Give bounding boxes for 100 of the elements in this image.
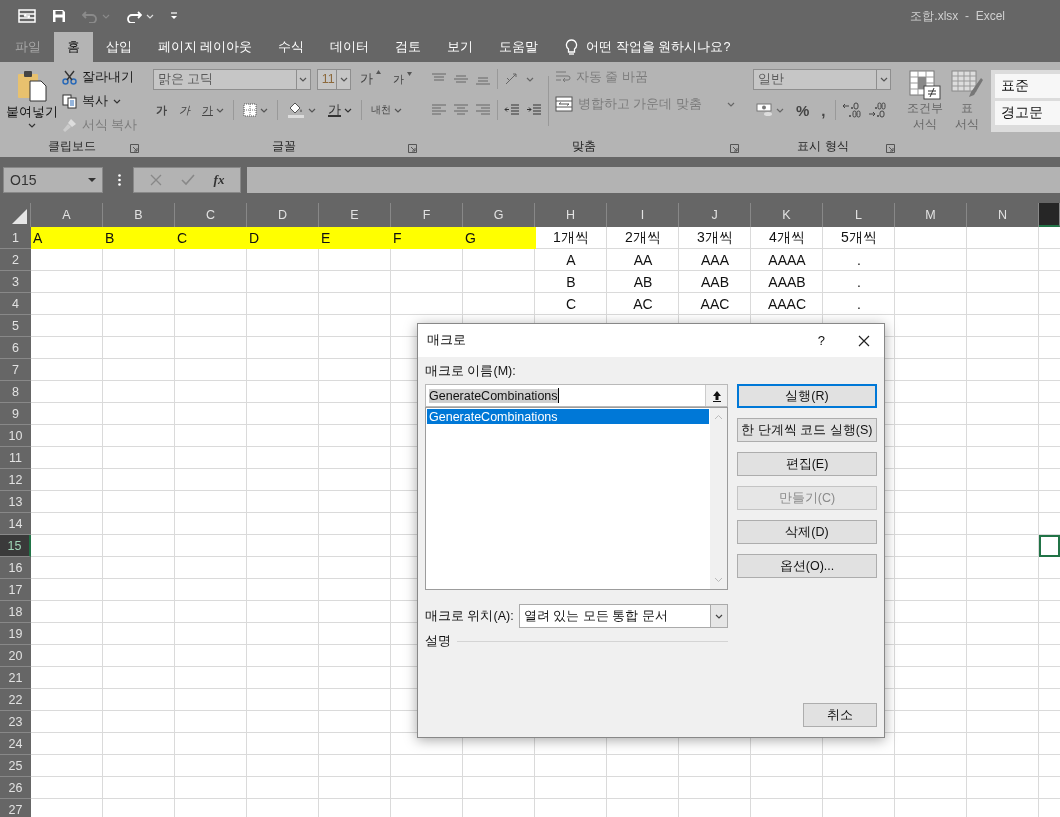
dialog-button[interactable]: 옵션(O)... (737, 554, 877, 578)
ribbon-tab[interactable]: 수식 (265, 32, 318, 62)
column-header[interactable]: C (175, 203, 247, 227)
underline-button[interactable]: 가 (199, 102, 227, 118)
row-header[interactable]: 5 (0, 315, 31, 337)
row-header[interactable]: 18 (0, 601, 31, 623)
percent-style-button[interactable]: % (793, 101, 813, 119)
column-header[interactable]: L (823, 203, 895, 227)
tell-me-input[interactable]: 어떤 작업을 원하시나요? (586, 40, 777, 54)
ribbon-tab[interactable]: 삽입 (93, 32, 145, 62)
italic-button[interactable]: 가 (176, 102, 193, 118)
dialog-launcher-icon[interactable] (408, 144, 417, 153)
active-cell[interactable] (1039, 535, 1060, 557)
name-box[interactable]: O15 (3, 167, 103, 193)
insert-function-button[interactable]: fx (213, 172, 225, 188)
row-header[interactable]: 10 (0, 425, 31, 447)
help-button[interactable]: ? (817, 333, 825, 348)
column-header[interactable]: J (679, 203, 751, 227)
column-header[interactable]: M (895, 203, 967, 227)
comma-style-button[interactable]: , (818, 101, 829, 119)
conditional-formatting-button[interactable]: 조건부 서식 (907, 70, 943, 157)
column-header[interactable]: I (607, 203, 679, 227)
ribbon-tab[interactable]: 도움말 (486, 32, 552, 62)
close-icon[interactable] (858, 334, 870, 347)
decrease-font-size-button[interactable]: 가 (390, 71, 415, 87)
macro-location-dropdown[interactable]: 열려 있는 모든 통합 문서 (518, 604, 728, 628)
number-format-dropdown[interactable]: 일반 (753, 68, 891, 90)
row-header[interactable]: 26 (0, 777, 31, 799)
dialog-launcher-icon[interactable] (130, 144, 139, 153)
select-all-icon[interactable] (12, 209, 27, 224)
row-header[interactable]: 3 (0, 271, 31, 293)
ribbon-tab[interactable]: 데이터 (317, 32, 383, 62)
ribbon-tab[interactable]: 보기 (434, 32, 487, 62)
row-header[interactable]: 23 (0, 711, 31, 733)
row-header[interactable]: 17 (0, 579, 31, 601)
row-header[interactable]: 9 (0, 403, 31, 425)
text-orientation-icon[interactable] (504, 72, 520, 86)
column-header[interactable]: G (463, 203, 535, 227)
row-header[interactable]: 8 (0, 381, 31, 403)
column-header[interactable]: K (751, 203, 823, 227)
touch-mode-icon[interactable] (18, 9, 36, 23)
row-header[interactable]: 19 (0, 623, 31, 645)
row-header[interactable]: 7 (0, 359, 31, 381)
phonetic-guide-button[interactable]: 내천 (368, 103, 405, 117)
list-scrollbar[interactable] (710, 408, 727, 589)
ribbon-tab[interactable]: 페이지 레이아웃 (145, 32, 266, 62)
tell-me-search[interactable]: 어떤 작업을 원하시나요? (565, 32, 777, 62)
font-size-dropdown[interactable]: 11 (316, 68, 351, 90)
increase-decimal-icon[interactable] (841, 102, 862, 118)
ribbon-tab[interactable]: 파일 (2, 32, 54, 62)
dialog-button[interactable]: 실행(R) (737, 384, 877, 408)
row-header[interactable]: 12 (0, 469, 31, 491)
macro-list[interactable]: GenerateCombinations (425, 407, 728, 590)
row-header[interactable]: 27 (0, 799, 31, 817)
font-color-button[interactable]: 가 (325, 101, 355, 119)
save-icon[interactable] (52, 9, 66, 23)
row-header[interactable]: 25 (0, 755, 31, 777)
cancel-button[interactable]: 취소 (803, 703, 877, 727)
scroll-down-icon[interactable] (714, 577, 723, 583)
column-header[interactable]: B (103, 203, 175, 227)
scroll-up-icon[interactable] (714, 414, 723, 420)
formula-input[interactable] (247, 167, 1060, 193)
dialog-button[interactable]: 한 단계씩 코드 실행(S) (737, 418, 877, 442)
cancel-icon[interactable] (149, 174, 162, 186)
column-header[interactable]: E (319, 203, 391, 227)
row-header[interactable]: 13 (0, 491, 31, 513)
checkmark-icon[interactable] (180, 174, 195, 186)
increase-font-size-button[interactable]: 가 (357, 70, 384, 88)
copy-button[interactable]: 복사 (62, 90, 138, 112)
row-header[interactable]: 22 (0, 689, 31, 711)
column-header[interactable]: F (391, 203, 463, 227)
row-header[interactable]: 6 (0, 337, 31, 359)
decrease-indent-icon[interactable] (504, 104, 520, 116)
row-header[interactable]: 14 (0, 513, 31, 535)
row-header[interactable]: 24 (0, 733, 31, 755)
row-header[interactable]: 20 (0, 645, 31, 667)
ribbon-tab[interactable]: 홈 (54, 32, 93, 62)
row-header[interactable]: 11 (0, 447, 31, 469)
dialog-launcher-icon[interactable] (886, 144, 895, 153)
paste-button[interactable]: 붙여넣기 (6, 66, 58, 136)
column-header[interactable]: A (31, 203, 103, 227)
cell-style-item[interactable]: 표준 (995, 74, 1060, 98)
row-header[interactable]: 2 (0, 249, 31, 271)
font-name-dropdown[interactable]: 맑은 고딕 (153, 68, 311, 90)
increase-indent-icon[interactable] (526, 104, 542, 116)
redo-icon[interactable] (126, 9, 142, 23)
dialog-launcher-icon[interactable] (730, 144, 739, 153)
dialog-button[interactable]: 삭제(D) (737, 520, 877, 544)
cell-style-item[interactable]: 경고문 (995, 101, 1060, 125)
row-header[interactable]: 1 (0, 227, 31, 249)
dialog-button[interactable]: 편집(E) (737, 452, 877, 476)
column-header[interactable]: N (967, 203, 1039, 227)
column-header[interactable]: H (535, 203, 607, 227)
row-header[interactable]: 4 (0, 293, 31, 315)
column-header[interactable]: D (247, 203, 319, 227)
column-header[interactable] (1039, 203, 1060, 227)
ribbon-tab[interactable]: 검토 (382, 32, 435, 62)
format-as-table-button[interactable]: 표 서식 (951, 70, 983, 157)
decrease-decimal-icon[interactable] (867, 102, 888, 118)
bold-button[interactable]: 가 (153, 102, 170, 118)
